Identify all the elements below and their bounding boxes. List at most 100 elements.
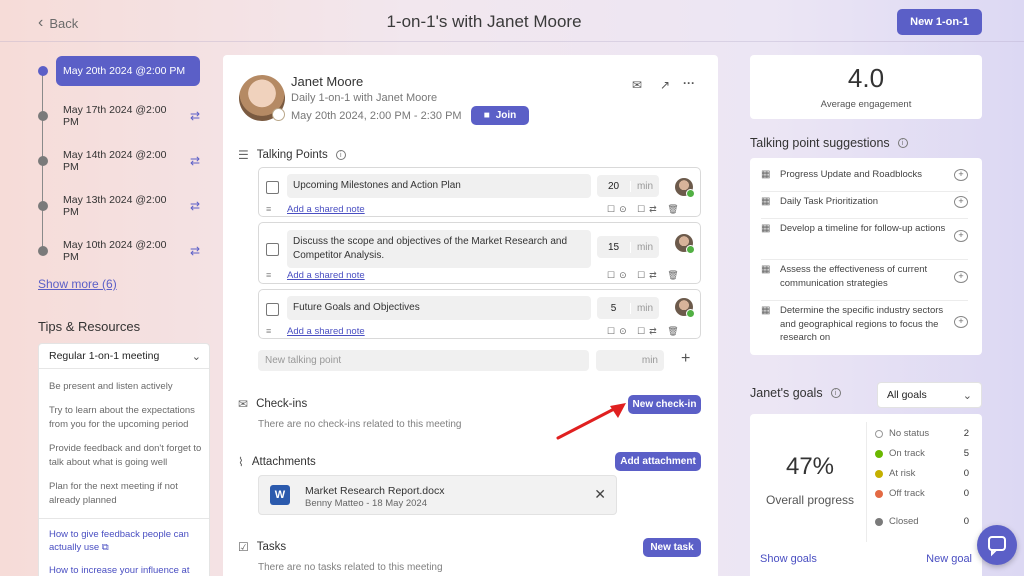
add-note-link[interactable]: Add a shared note bbox=[287, 270, 365, 281]
word-file-icon: W bbox=[270, 485, 290, 505]
tip-link[interactable]: How to give feedback people can actually… bbox=[49, 528, 204, 554]
attachments-header: ⌇ Attachments bbox=[238, 455, 316, 469]
status-dot-icon bbox=[875, 429, 883, 438]
goal-stat: On track 5 bbox=[875, 448, 969, 459]
talking-point-actions[interactable]: ☐⊙ ☐⇄ 🗑 bbox=[607, 204, 683, 215]
owner-avatar[interactable] bbox=[675, 178, 695, 198]
new-goal-link[interactable]: New goal bbox=[926, 553, 972, 565]
section-title: Check-ins bbox=[256, 398, 308, 410]
calendar-icon: ▦ bbox=[761, 169, 771, 180]
tip-link-text: How to increase your influence at bbox=[49, 565, 190, 576]
add-note-link[interactable]: Add a shared note bbox=[287, 326, 365, 337]
add-icon[interactable]: + bbox=[681, 350, 690, 368]
more-icon[interactable]: ··· bbox=[683, 76, 695, 90]
list-icon: ☰ bbox=[238, 148, 249, 162]
tip-item: Be present and listen actively bbox=[49, 381, 173, 392]
goal-stat: Closed 0 bbox=[875, 516, 969, 527]
talking-point-text[interactable]: Discuss the scope and objectives of the … bbox=[287, 230, 591, 268]
talking-point-checkbox[interactable] bbox=[266, 303, 279, 316]
suggestion-item[interactable]: ▦ Progress Update and Roadblocks + bbox=[761, 168, 968, 192]
minutes-field[interactable]: 20 min bbox=[597, 175, 659, 197]
minutes-field[interactable]: 15 min bbox=[597, 236, 659, 258]
owner-avatar[interactable] bbox=[675, 298, 695, 318]
add-circle-icon[interactable]: + bbox=[954, 316, 968, 328]
talking-point-actions[interactable]: ☐⊙ ☐⇄ 🗑 bbox=[607, 326, 683, 337]
talking-point-checkbox[interactable] bbox=[266, 181, 279, 194]
share-icon[interactable]: ↗ bbox=[660, 78, 670, 92]
suggestion-item[interactable]: ▦ Develop a timeline for follow-up actio… bbox=[761, 222, 968, 260]
goal-stat-label: Off track bbox=[889, 488, 925, 499]
minutes-field[interactable]: 5 min bbox=[597, 297, 659, 319]
timeline-item-label: May 17th 2024 @2:00 PM bbox=[63, 104, 167, 128]
talking-point-checkbox[interactable] bbox=[266, 243, 279, 256]
show-more-link[interactable]: Show more (6) bbox=[38, 277, 117, 291]
status-dot-icon bbox=[875, 449, 883, 458]
minutes-unit: min bbox=[636, 302, 654, 314]
suggestion-item[interactable]: ▦ Determine the specific industry sector… bbox=[761, 304, 968, 349]
show-goals-link[interactable]: Show goals bbox=[760, 553, 817, 565]
timeline-item[interactable]: May 17th 2024 @2:00 PM ⇄ bbox=[56, 101, 200, 131]
info-icon[interactable]: i bbox=[897, 138, 908, 148]
tips-links: How to give feedback people can actually… bbox=[49, 528, 204, 576]
drag-handle-icon[interactable]: ≡ bbox=[266, 204, 271, 214]
owner-avatar[interactable] bbox=[675, 234, 695, 254]
video-camera-icon: ■ bbox=[483, 110, 490, 121]
new-talking-point-input[interactable]: New talking point bbox=[258, 350, 589, 371]
talking-point-actions[interactable]: ☐⊙ ☐⇄ 🗑 bbox=[607, 270, 683, 281]
timeline-item[interactable]: May 20th 2024 @2:00 PM bbox=[56, 56, 200, 86]
suggestions-card: ▦ Progress Update and Roadblocks + ▦ Dai… bbox=[750, 158, 982, 355]
minutes-unit: min bbox=[636, 241, 654, 253]
add-circle-icon[interactable]: + bbox=[954, 230, 968, 242]
timeline-item-label: May 14th 2024 @2:00 PM bbox=[63, 149, 167, 173]
goal-stat: Off track 0 bbox=[875, 488, 969, 499]
timeline-dot bbox=[38, 201, 48, 211]
recurring-icon: ⇄ bbox=[189, 199, 200, 213]
engagement-value: 4.0 bbox=[847, 63, 885, 93]
new-checkin-button[interactable]: New check-in bbox=[628, 395, 701, 414]
drag-handle-icon[interactable]: ≡ bbox=[266, 270, 271, 280]
tip-link-text: How to give feedback people can actually… bbox=[49, 529, 189, 553]
timeline-item[interactable]: May 10th 2024 @2:00 PM ⇄ bbox=[56, 236, 200, 266]
tips-list: Be present and listen actively Try to le… bbox=[49, 380, 204, 518]
meeting-subtitle: Daily 1-on-1 with Janet Moore bbox=[291, 92, 438, 104]
add-note-link[interactable]: Add a shared note bbox=[287, 204, 365, 215]
timeline-item[interactable]: May 14th 2024 @2:00 PM ⇄ bbox=[56, 146, 200, 176]
tips-title: Tips & Resources bbox=[38, 319, 141, 334]
suggestion-text: Determine the specific industry sectors … bbox=[780, 305, 944, 343]
add-attachment-button[interactable]: Add attachment bbox=[615, 452, 701, 471]
timeline-item[interactable]: May 13th 2024 @2:00 PM ⇄ bbox=[56, 191, 200, 221]
tip-link[interactable]: How to increase your influence at bbox=[49, 564, 204, 576]
talking-point-card: Upcoming Milestones and Action Plan 20 m… bbox=[258, 167, 701, 217]
add-circle-icon[interactable]: + bbox=[954, 196, 968, 208]
tips-type-select[interactable]: Regular 1-on-1 meeting ⌄ bbox=[39, 344, 209, 369]
suggestion-item[interactable]: ▦ Assess the effectiveness of current co… bbox=[761, 263, 968, 301]
engagement-card: 4.0 Average engagement bbox=[750, 55, 982, 119]
goal-stat-label: Closed bbox=[889, 516, 919, 527]
mail-icon[interactable]: ✉ bbox=[632, 78, 642, 92]
info-icon[interactable]: i bbox=[335, 150, 346, 160]
section-title: Tasks bbox=[256, 541, 287, 553]
suggestion-text: Assess the effectiveness of current comm… bbox=[780, 264, 928, 289]
new-1on1-button[interactable]: New 1-on-1 bbox=[897, 9, 982, 35]
add-circle-icon[interactable]: + bbox=[954, 271, 968, 283]
recurring-icon: ⇄ bbox=[189, 154, 200, 168]
tips-divider bbox=[39, 518, 209, 519]
new-task-button[interactable]: New task bbox=[643, 538, 701, 557]
talking-point-text[interactable]: Future Goals and Objectives bbox=[287, 296, 591, 320]
chat-bubble-button[interactable] bbox=[977, 525, 1017, 565]
talking-point-card: Future Goals and Objectives 5 min ≡ Add … bbox=[258, 289, 701, 339]
goals-filter-select[interactable]: All goals ⌄ bbox=[877, 382, 982, 408]
attachment-item[interactable]: W Market Research Report.docx Benny Matt… bbox=[258, 475, 617, 515]
envelope-open-icon: ✉ bbox=[238, 397, 249, 411]
suggestion-item[interactable]: ▦ Daily Task Prioritization + bbox=[761, 195, 968, 219]
talking-point-text[interactable]: Upcoming Milestones and Action Plan bbox=[287, 174, 591, 198]
suggestion-text: Daily Task Prioritization bbox=[780, 196, 879, 207]
add-circle-icon[interactable]: + bbox=[954, 169, 968, 181]
timeline-item-label: May 10th 2024 @2:00 PM bbox=[63, 239, 167, 263]
drag-handle-icon[interactable]: ≡ bbox=[266, 326, 271, 336]
new-talking-point-minutes[interactable]: min bbox=[596, 350, 664, 371]
tip-item: Plan for the next meeting if not already… bbox=[49, 481, 178, 506]
join-button[interactable]: ■ Join bbox=[471, 106, 529, 125]
close-icon[interactable]: ✕ bbox=[594, 486, 606, 503]
info-icon[interactable]: i bbox=[830, 388, 841, 398]
